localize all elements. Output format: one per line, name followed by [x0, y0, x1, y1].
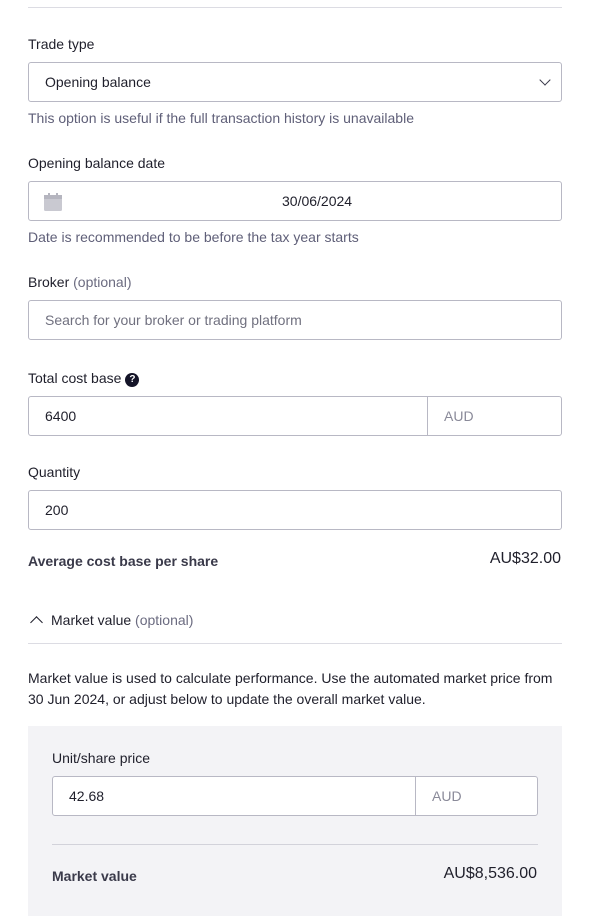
- total-cost-input[interactable]: 6400 AUD: [28, 396, 562, 436]
- quantity-label: Quantity: [28, 464, 81, 480]
- market-value-amount: AU$8,536.00: [443, 865, 537, 882]
- question-circle-icon[interactable]: ?: [125, 373, 140, 387]
- total-cost-label-text: Total cost base: [28, 370, 122, 386]
- unit-price-label: Unit/share price: [52, 750, 151, 766]
- broker-label-text: Broker: [28, 274, 70, 290]
- total-cost-label: Total cost base?: [28, 370, 140, 387]
- calendar-icon[interactable]: [44, 193, 62, 211]
- chevron-up-icon: [30, 616, 43, 629]
- unit-price-currency: AUD: [415, 777, 538, 815]
- market-value-description: Market value is used to calculate perfor…: [28, 670, 553, 707]
- average-cost-value: AU$32.00: [489, 550, 561, 567]
- total-cost-currency-text: AUD: [444, 408, 474, 424]
- broker-optional-tag: (optional): [73, 274, 132, 290]
- opening-date-value: 30/06/2024: [282, 193, 353, 209]
- market-value-label: Market value: [52, 868, 137, 884]
- opening-date-field[interactable]: 30/06/2024: [28, 181, 562, 221]
- average-cost-label: Average cost base per share: [28, 553, 219, 569]
- trade-type-select[interactable]: Opening balance: [28, 62, 562, 102]
- market-value-toggle-label: Market value: [51, 612, 132, 628]
- broker-search-placeholder: Search for your broker or trading platfo…: [45, 312, 302, 328]
- top-divider: [28, 7, 562, 8]
- market-value-optional-tag: (optional): [135, 612, 194, 628]
- quantity-input[interactable]: 200: [28, 490, 562, 530]
- trade-type-label: Trade type: [28, 36, 95, 52]
- unit-price-value: 42.68: [69, 788, 105, 804]
- unit-price-input[interactable]: 42.68 AUD: [52, 776, 538, 816]
- chevron-down-icon: [539, 74, 551, 86]
- market-value-divider: [28, 643, 562, 644]
- unit-price-currency-text: AUD: [432, 788, 462, 804]
- trade-type-hint: This option is useful if the full transa…: [28, 110, 414, 126]
- opening-date-hint: Date is recommended to be before the tax…: [28, 229, 359, 245]
- panel-divider: [52, 844, 538, 845]
- quantity-value: 200: [45, 502, 69, 518]
- opening-date-label: Opening balance date: [28, 155, 165, 171]
- total-cost-currency: AUD: [427, 397, 562, 435]
- trade-type-selected-value: Opening balance: [45, 74, 151, 90]
- total-cost-value: 6400: [45, 408, 77, 424]
- broker-search-input[interactable]: Search for your broker or trading platfo…: [28, 300, 562, 340]
- broker-label: Broker (optional): [28, 274, 132, 290]
- market-value-panel: Unit/share price 42.68 AUD Market value …: [28, 726, 562, 916]
- market-value-toggle[interactable]: Market value (optional): [28, 612, 194, 629]
